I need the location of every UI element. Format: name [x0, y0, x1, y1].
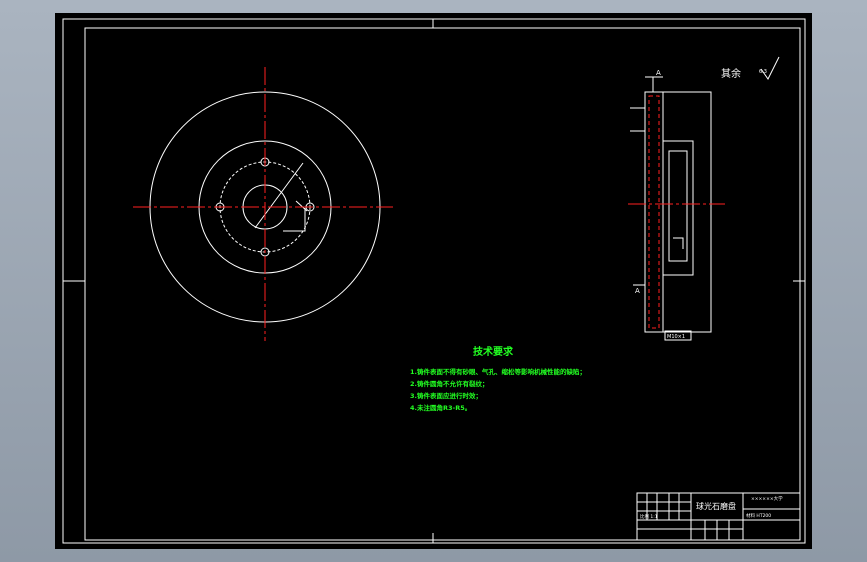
disc-section — [644, 91, 664, 333]
note-line: 3.铸件表面应进行时效； — [410, 391, 482, 400]
inner-frame — [84, 27, 801, 541]
roughness-note: 其余 6.3 — [721, 56, 780, 80]
note-line: 2.铸件圆角不允许有裂纹； — [410, 379, 489, 388]
roughness-symbol — [760, 56, 780, 80]
front-view — [133, 67, 393, 341]
note-line: 1.铸件表面不得有砂眼、气孔、缩松等影响机械性能的缺陷； — [410, 367, 586, 376]
part-name: 球光石磨盘 — [696, 501, 736, 511]
section-label-top: A — [656, 69, 661, 77]
company-name: ××××××大学 — [751, 495, 783, 502]
frame-center-marks — [63, 19, 805, 543]
roughness-value: 6.3 — [759, 69, 767, 75]
material-note: 比例 1:1 — [640, 513, 658, 520]
diameter-leader — [254, 162, 304, 229]
roughness-label: 其余 — [721, 67, 741, 80]
note-line: 4.未注圆角R3-R5。 — [410, 403, 471, 412]
technical-notes: 技术要求 1.铸件表面不得有砂眼、气孔、缩松等影响机械性能的缺陷； 2.铸件圆角… — [410, 345, 586, 412]
hub-recess — [662, 140, 694, 276]
drawing-number: 材料 HT200 — [746, 512, 771, 519]
cad-drawing: A A M10×1 其余 6.3 技术要求 1.铸件表面不得有砂眼、气孔、缩松等… — [62, 18, 806, 544]
section-hatch — [648, 95, 660, 329]
section-label-bottom: A — [635, 287, 640, 295]
section-dim-note: M10×1 — [667, 334, 685, 340]
section-view: A A M10×1 — [628, 69, 725, 341]
cad-viewport[interactable]: A A M10×1 其余 6.3 技术要求 1.铸件表面不得有砂眼、气孔、缩松等… — [55, 13, 812, 549]
notes-title: 技术要求 — [473, 345, 514, 358]
hub-inner — [668, 150, 688, 262]
outer-frame — [62, 18, 806, 544]
